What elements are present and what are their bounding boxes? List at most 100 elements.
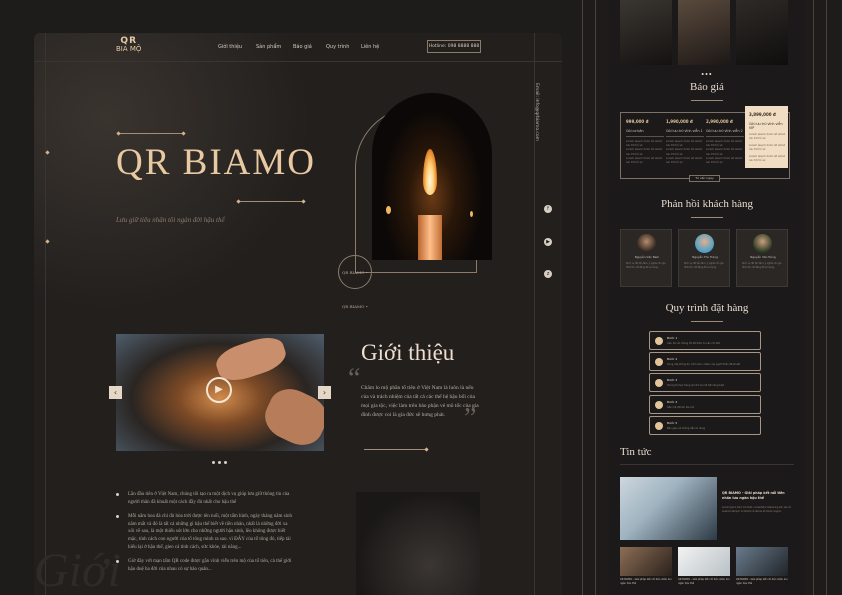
vertical-email[interactable]: Email: info@qrbiamo.com	[534, 83, 539, 141]
news-divider	[620, 464, 794, 465]
plan-feature: Lorem ipsum dolor sit amet lưu trữ hồ sơ	[706, 148, 742, 156]
pricing-title: Báo giá	[690, 81, 724, 93]
hand-image	[258, 381, 324, 451]
process-step: Bước 5 Bàn giao và hướng dẫn sử dụng	[649, 416, 761, 435]
plan-divider	[666, 136, 704, 137]
carousel-dot[interactable]	[212, 461, 215, 464]
hero-title: QR BIAMO	[116, 142, 316, 183]
intro-body: Chăm lo mộ phần tổ tiên ở Việt Nam là lu…	[361, 385, 479, 418]
avatar	[637, 234, 656, 253]
news-item-title[interactable]: QR BIAMO - Giải pháp kết nối tiền nhân l…	[678, 578, 732, 585]
step-title: Bước 4	[667, 400, 678, 404]
plan-feature: Lorem ipsum dolor sit amet lưu trữ hồ sơ	[749, 155, 785, 162]
product-image[interactable]	[678, 0, 730, 65]
price-plan: 1,990,000 đ Gói lưu trữ vĩnh viễn 1 Lore…	[666, 119, 704, 165]
nav-link-quy-trinh[interactable]: Quy trình	[326, 44, 349, 50]
nav-link-bao-gia[interactable]: Báo giá	[293, 44, 312, 50]
bullet-item: Giờ đây với mạn tấm QR code được gắn vĩn…	[116, 558, 292, 573]
divider	[582, 0, 583, 595]
youtube-icon[interactable]: ▶	[544, 238, 552, 246]
play-icon[interactable]: ▶	[206, 377, 232, 403]
hero-candle-image	[372, 93, 492, 260]
more-dots: •••	[701, 70, 713, 79]
plan-name: Gói cơ bản	[626, 129, 644, 133]
process-step: Bước 3 Chúng tôi tạo trang lưu trữ và mã…	[649, 373, 761, 392]
hero-subtitle: Lưu giữ tiêu nhân tôi ngàn đời hậu thế	[116, 216, 225, 224]
bullet-item: Mỗi năm hoa đà chỉ đủ hòa trời được tên …	[116, 513, 292, 551]
plan-feature: Lorem ipsum dolor sit amet lưu trữ hồ sơ	[706, 156, 742, 165]
news-featured-desc: Lorem ipsum dolor sit amet, consectetur …	[722, 506, 792, 513]
product-image[interactable]	[736, 0, 788, 65]
plan-price: 2,990,000 đ	[706, 119, 733, 124]
nav-link-san-pham[interactable]: Sản phẩm	[256, 44, 281, 50]
pricing-deco	[691, 100, 723, 101]
news-featured-title[interactable]: QR BIAMO - Giải pháp kết nối tiền nhân l…	[722, 491, 792, 500]
news-item-title[interactable]: QR BIAMO - Giải pháp kết nối tiền nhân l…	[736, 578, 790, 585]
process-title: Quy trình đặt hàng	[665, 302, 749, 314]
price-plan: 999,000 đ Gói cơ bản Lorem ipsum dolor s…	[626, 119, 664, 165]
price-plan: 2,990,000 đ Gói lưu trữ vĩnh viễn 2 Lore…	[706, 119, 744, 165]
feedback-card: Nguyễn Văn Nam Dịch vụ rất tận tâm, ý ng…	[620, 229, 672, 287]
plan-feature: Lorem ipsum dolor sit amet lưu trữ hồ sơ	[749, 133, 785, 140]
quote-close-icon: ”	[464, 403, 477, 434]
plan-name: Gói lưu trữ vĩnh viễn 2	[706, 129, 743, 133]
feedback-text: Dịch vụ rất tận tâm, ý nghĩa cho gia đìn…	[742, 262, 782, 269]
plan-price: 1,990,000 đ	[666, 119, 693, 124]
plan-feature: Lorem ipsum dolor sit amet lưu trữ hồ sơ	[666, 148, 702, 156]
intro-bullets: Lần đầu tiên ở Việt Nam, chúng tôi tạo r…	[116, 491, 292, 580]
step-icon	[655, 401, 663, 409]
landing-page-secondary: ••• Báo giá 999,000 đ Gói cơ bản Lorem i…	[609, 0, 805, 595]
feedback-card: Nguyễn Thu Trang Dịch vụ rất tận tâm, ý …	[678, 229, 730, 287]
intro-title: Giới thiệu	[361, 340, 455, 365]
small-candle	[386, 206, 391, 214]
step-title: Bước 2	[667, 357, 678, 361]
prev-arrow-button[interactable]: ‹	[109, 386, 122, 399]
nav-link-gioi-thieu[interactable]: Giới thiệu	[218, 44, 242, 50]
facebook-icon[interactable]: f	[544, 205, 552, 213]
carousel-dot[interactable]	[218, 461, 221, 464]
carousel-dot[interactable]	[224, 461, 227, 464]
process-step: Bước 4 Gắn mã QR lên bia mộ	[649, 395, 761, 414]
product-image[interactable]	[620, 0, 672, 65]
ghost-heading: Giới	[34, 544, 121, 595]
quote-open-icon: “	[348, 363, 361, 394]
hero-deco-line	[118, 133, 184, 134]
plan-divider	[626, 136, 664, 137]
consult-button[interactable]: Tư vấn ngay	[689, 175, 720, 182]
plan-feature: Lorem ipsum dolor sit amet lưu trữ hồ sơ	[626, 156, 662, 165]
logo-text: BIA MỘ	[116, 45, 142, 53]
step-desc: Chúng tôi tạo trang lưu trữ và mã QR riê…	[667, 384, 724, 387]
logo[interactable]: QR BIA MỘ	[116, 37, 141, 53]
feedback-deco	[691, 217, 723, 218]
plan-price: 999,000 đ	[626, 119, 649, 124]
feedback-name: Nguyễn Thu Trang	[692, 255, 718, 259]
divider	[813, 0, 814, 595]
step-title: Bước 1	[667, 336, 678, 340]
news-featured-image[interactable]	[620, 477, 717, 540]
step-title: Bước 5	[667, 421, 678, 425]
step-desc: Gắn mã QR lên bia mộ	[667, 406, 695, 409]
news-thumb[interactable]	[736, 547, 788, 576]
hotline-button[interactable]: Hotline: 098 8888 888	[427, 40, 481, 53]
news-item-title[interactable]: QR BIAMO - Giải pháp kết nối tiền nhân l…	[620, 578, 674, 585]
plan-divider	[706, 136, 744, 137]
next-arrow-button[interactable]: ›	[318, 386, 331, 399]
process-step: Bước 2 Cung cấp thông tin, hình ảnh, vid…	[649, 352, 761, 371]
divider	[826, 0, 827, 595]
step-icon	[655, 422, 663, 430]
plan-name: Gói lưu trữ vĩnh viễn VIP	[749, 122, 783, 130]
price-plan-highlight[interactable]: 3,899,000 đ Gói lưu trữ vĩnh viễn VIP Lo…	[745, 106, 788, 168]
step-icon	[655, 379, 663, 387]
plan-feature: Lorem ipsum dolor sit amet lưu trữ hồ sơ	[666, 156, 702, 165]
zalo-icon[interactable]: z	[544, 270, 552, 278]
divider	[595, 0, 596, 595]
process-step: Bước 1 Liên hệ với chúng tôi để được tư …	[649, 331, 761, 350]
intro-deco-line	[364, 449, 426, 450]
feedback-title: Phản hồi khách hàng	[661, 198, 753, 210]
canvas: QR BIA MỘ Giới thiệu Sản phẩm Báo giá Qu…	[0, 0, 842, 595]
nav-link-lien-he[interactable]: Liên hệ	[361, 44, 379, 50]
news-thumb[interactable]	[620, 547, 672, 576]
intro-video[interactable]: ▶	[116, 334, 324, 451]
news-thumb[interactable]	[678, 547, 730, 576]
bullet-item: Lần đầu tiên ở Việt Nam, chúng tôi tạo r…	[116, 491, 292, 506]
